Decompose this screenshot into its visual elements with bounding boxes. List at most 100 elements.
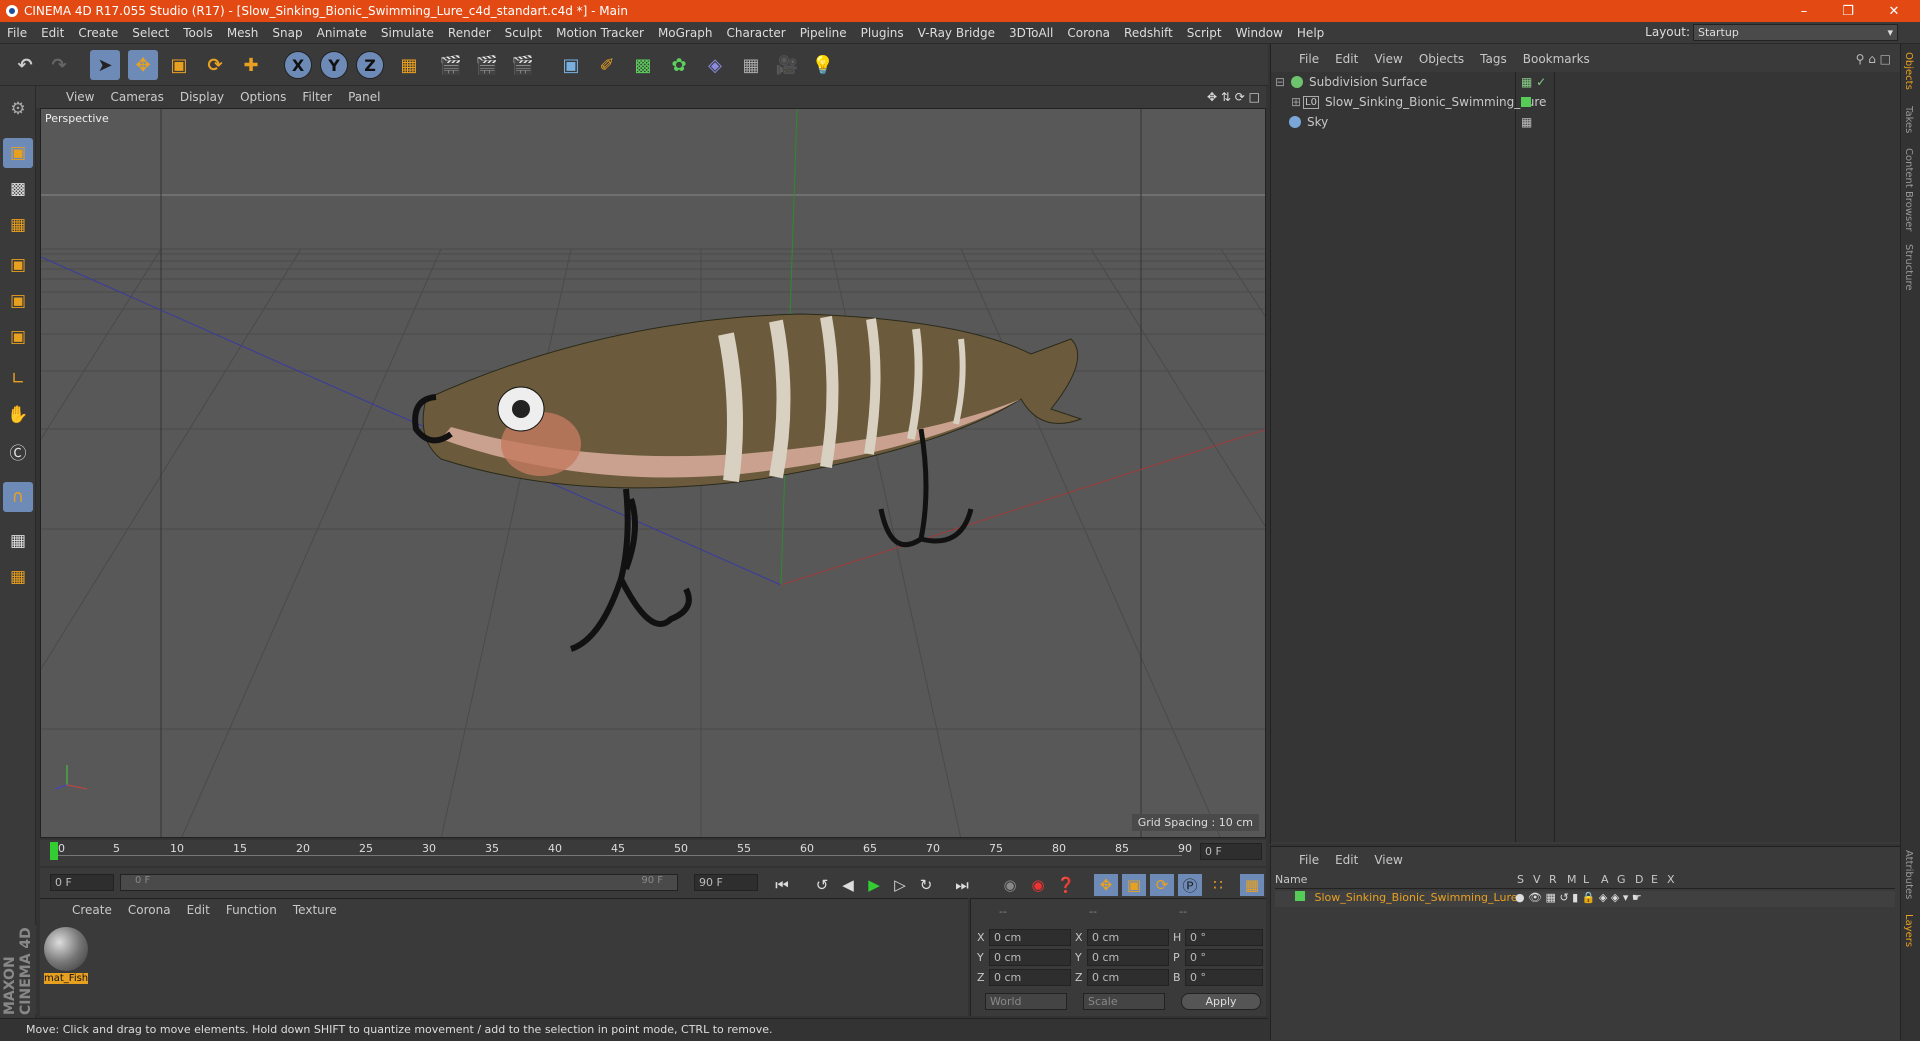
coordinate-system-icon[interactable]: ▦ (394, 50, 424, 80)
object-row-subdivision-surface[interactable]: ⊟ Subdivision Surface ▦ ✓ (1271, 72, 1901, 92)
key-scale-icon[interactable]: ▣ (1122, 874, 1146, 896)
menu-snap[interactable]: Snap (265, 26, 309, 40)
play-icon[interactable]: ▶ (862, 874, 886, 896)
menu-mograph[interactable]: MoGraph (651, 26, 720, 40)
menu-plugins[interactable]: Plugins (854, 26, 911, 40)
menu-window[interactable]: Window (1229, 26, 1290, 40)
matmgr-menu-create[interactable]: Create (64, 903, 120, 917)
deformer-icon[interactable]: ◈ (700, 50, 730, 80)
menu-render[interactable]: Render (441, 26, 498, 40)
object-row-sky[interactable]: Sky ▦ (1271, 112, 1901, 132)
viewport-menu-cameras[interactable]: Cameras (102, 90, 171, 104)
menu-tools[interactable]: Tools (176, 26, 220, 40)
close-button[interactable]: ✕ (1872, 0, 1916, 22)
go-to-end-icon[interactable]: ⏭ (950, 874, 974, 896)
autokey-icon[interactable]: ◉ (1026, 874, 1050, 896)
apply-button[interactable]: Apply (1181, 993, 1261, 1010)
rot-p-field[interactable]: 0 ° (1185, 949, 1263, 966)
menu-create[interactable]: Create (71, 26, 125, 40)
subdivision-surface-icon[interactable]: ▩ (628, 50, 658, 80)
scale-tool-icon[interactable]: ▣ (164, 50, 194, 80)
frame-range-slider[interactable]: 0 F 90 F (120, 874, 678, 891)
menu-animate[interactable]: Animate (310, 26, 374, 40)
menu-vray-bridge[interactable]: V-Ray Bridge (911, 26, 1002, 40)
coordinate-space-dropdown[interactable]: World (985, 993, 1067, 1010)
viewport-menu-panel[interactable]: Panel (340, 90, 388, 104)
current-frame-field[interactable]: 0 F (1200, 843, 1262, 860)
keyframe-selection-icon[interactable]: ❓ (1054, 874, 1078, 896)
size-x-field[interactable]: 0 cm (1087, 929, 1169, 946)
rot-h-field[interactable]: 0 ° (1185, 929, 1263, 946)
perspective-viewport[interactable]: Perspective Grid Spacing : 10 cm (40, 108, 1266, 838)
material-swatch[interactable]: mat_Fish (44, 927, 88, 985)
menu-3dtoall[interactable]: 3DToAll (1002, 26, 1060, 40)
objmgr-menu-edit[interactable]: Edit (1327, 52, 1366, 66)
layermgr-menu-file[interactable]: File (1291, 853, 1327, 867)
camera-icon[interactable]: 🎥 (772, 50, 802, 80)
next-key-icon[interactable]: ↻ (914, 874, 938, 896)
render-settings-icon[interactable]: 🎬 (508, 50, 538, 80)
previous-frame-icon[interactable]: ◀ (836, 874, 860, 896)
objmgr-menu-view[interactable]: View (1366, 52, 1410, 66)
menu-corona[interactable]: Corona (1060, 26, 1117, 40)
end-frame-field[interactable]: 90 F (694, 874, 758, 891)
size-mode-dropdown[interactable]: Scale (1083, 993, 1165, 1010)
collapse-icon[interactable]: ⊟ (1275, 75, 1285, 89)
snap-icon[interactable]: Ⓒ (3, 436, 33, 466)
key-point-level-icon[interactable]: ∷ (1206, 874, 1230, 896)
rotate-tool-icon[interactable]: ⟳ (200, 50, 230, 80)
pos-y-field[interactable]: 0 cm (989, 949, 1071, 966)
visibility-check-icon[interactable]: ▦ ✓ (1521, 75, 1546, 89)
pos-x-field[interactable]: 0 cm (989, 929, 1071, 946)
edges-mode-icon[interactable]: ▣ (3, 286, 33, 316)
polygons-mode-icon[interactable]: ▣ (3, 322, 33, 352)
visibility-icon[interactable]: ▦ (1521, 115, 1532, 129)
tab-objects[interactable]: Objects (1903, 52, 1914, 90)
transform-tool-icon[interactable]: ✚ (236, 50, 266, 80)
objmgr-menu-objects[interactable]: Objects (1411, 52, 1472, 66)
floor-scene-icon[interactable]: ▦ (736, 50, 766, 80)
expand-icon[interactable]: ⊞ (1291, 95, 1301, 109)
menu-motion-tracker[interactable]: Motion Tracker (549, 26, 651, 40)
move-tool-icon[interactable]: ✥ (128, 50, 158, 80)
render-view-icon[interactable]: 🎬 (436, 50, 466, 80)
next-frame-icon[interactable]: ▷ (888, 874, 912, 896)
matmgr-menu-texture[interactable]: Texture (285, 903, 345, 917)
layer-row[interactable]: Slow_Sinking_Bionic_Swimming_Lure ● 👁 ▦ … (1275, 891, 1895, 907)
playhead-marker[interactable] (50, 842, 58, 860)
cloner-icon[interactable]: ✿ (664, 50, 694, 80)
magnet-icon[interactable]: ∩ (3, 482, 33, 512)
pos-z-field[interactable]: 0 cm (989, 969, 1071, 986)
start-frame-field[interactable]: 0 F (50, 874, 114, 891)
layermgr-menu-edit[interactable]: Edit (1327, 853, 1366, 867)
axis-z-button[interactable]: Z (356, 51, 384, 79)
timeline-ruler[interactable]: 0 5 10 15 20 25 30 35 40 45 50 55 60 65 … (40, 840, 1266, 866)
model-mode-icon[interactable]: ▣ (3, 138, 33, 168)
menu-edit[interactable]: Edit (34, 26, 71, 40)
workplane-rotate-icon[interactable]: ▦ (3, 562, 33, 592)
viewport-menu-display[interactable]: Display (172, 90, 232, 104)
tab-content-browser[interactable]: Content Browser (1903, 148, 1914, 231)
go-to-start-icon[interactable]: ⏮ (770, 874, 794, 896)
tab-attributes[interactable]: Attributes (1903, 850, 1914, 899)
tweak-mode-icon[interactable]: ✋ (3, 400, 33, 430)
key-parameter-icon[interactable]: Ⓟ (1178, 874, 1202, 896)
key-position-icon[interactable]: ✥ (1094, 874, 1118, 896)
menu-redshift[interactable]: Redshift (1117, 26, 1180, 40)
size-y-field[interactable]: 0 cm (1087, 949, 1169, 966)
rot-b-field[interactable]: 0 ° (1185, 969, 1263, 986)
axis-y-button[interactable]: Y (320, 51, 348, 79)
menu-simulate[interactable]: Simulate (374, 26, 441, 40)
objmgr-search-icon[interactable]: ⚲ ⌂ □ (1856, 52, 1891, 66)
objmgr-menu-file[interactable]: File (1291, 52, 1327, 66)
enable-axis-icon[interactable]: ∟ (3, 364, 33, 394)
points-mode-icon[interactable]: ▣ (3, 250, 33, 280)
matmgr-menu-corona[interactable]: Corona (120, 903, 179, 917)
layer-color-tag[interactable] (1521, 97, 1531, 107)
tab-layers[interactable]: Layers (1903, 914, 1914, 947)
record-keys-icon[interactable]: ◉ (998, 874, 1022, 896)
objmgr-menu-bookmarks[interactable]: Bookmarks (1515, 52, 1598, 66)
previous-key-icon[interactable]: ↺ (810, 874, 834, 896)
key-rotation-icon[interactable]: ⟳ (1150, 874, 1174, 896)
restore-button[interactable]: ❐ (1826, 0, 1870, 22)
